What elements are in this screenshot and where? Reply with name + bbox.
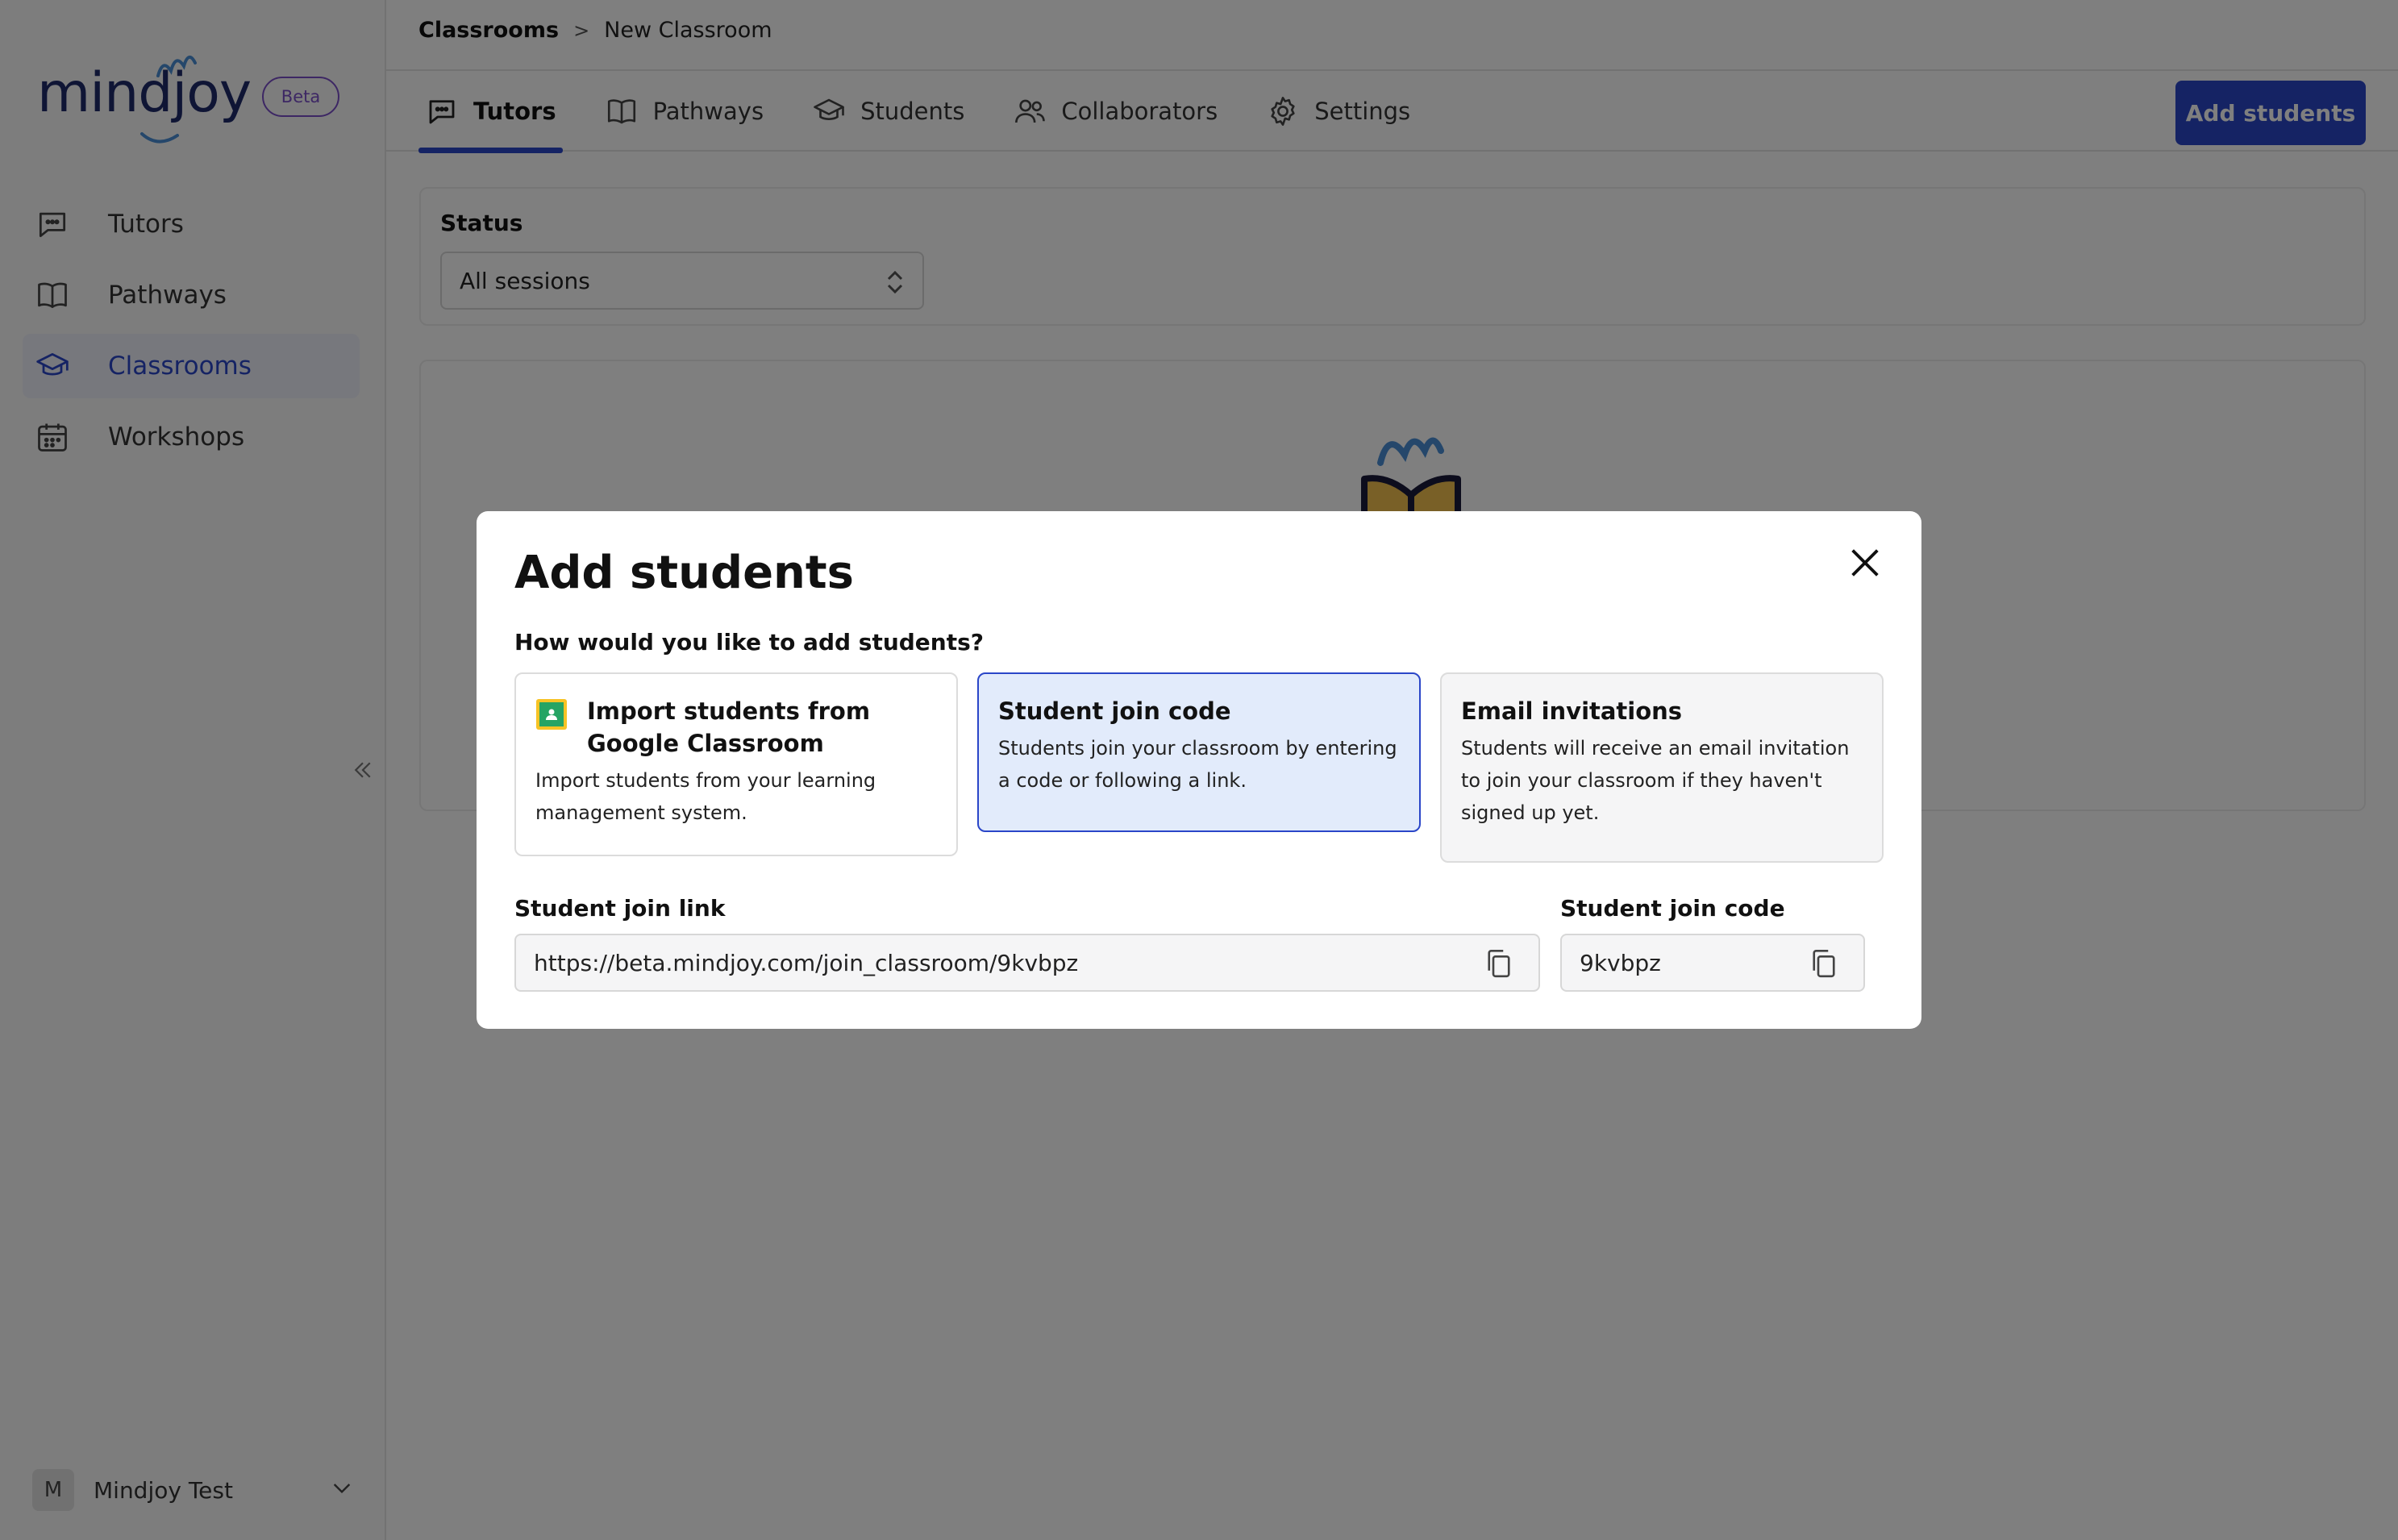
option-title: Import students from Google Classroom xyxy=(587,697,871,757)
modal-question: How would you like to add students? xyxy=(514,629,985,656)
join-link-value: https://beta.mindjoy.com/join_classroom/… xyxy=(534,949,1079,976)
join-code-value: 9kvbpz xyxy=(1580,949,1661,976)
option-description: Students will receive an email invitatio… xyxy=(1461,737,1850,824)
close-icon[interactable] xyxy=(1842,540,1888,585)
option-join-code[interactable]: Student join code Students join your cla… xyxy=(977,672,1421,832)
option-title: Email invitations xyxy=(1461,697,1683,725)
google-classroom-icon xyxy=(535,698,568,730)
join-code-label: Student join code xyxy=(1560,895,1785,922)
option-description: Students join your classroom by entering… xyxy=(998,737,1397,792)
modal-title: Add students xyxy=(514,547,855,599)
option-description: Import students from your learning manag… xyxy=(535,769,876,824)
copy-link-icon[interactable] xyxy=(1482,947,1516,986)
option-email-invitations[interactable]: Email invitations Students will receive … xyxy=(1440,672,1884,863)
join-code-field[interactable]: 9kvbpz xyxy=(1560,934,1865,992)
option-title: Student join code xyxy=(998,697,1231,725)
join-link-field[interactable]: https://beta.mindjoy.com/join_classroom/… xyxy=(514,934,1540,992)
copy-code-icon[interactable] xyxy=(1807,947,1841,986)
option-google-classroom[interactable]: Import students from Google Classroom Im… xyxy=(514,672,958,856)
add-students-modal: Add students How would you like to add s… xyxy=(477,511,1921,1029)
join-link-label: Student join link xyxy=(514,895,726,922)
